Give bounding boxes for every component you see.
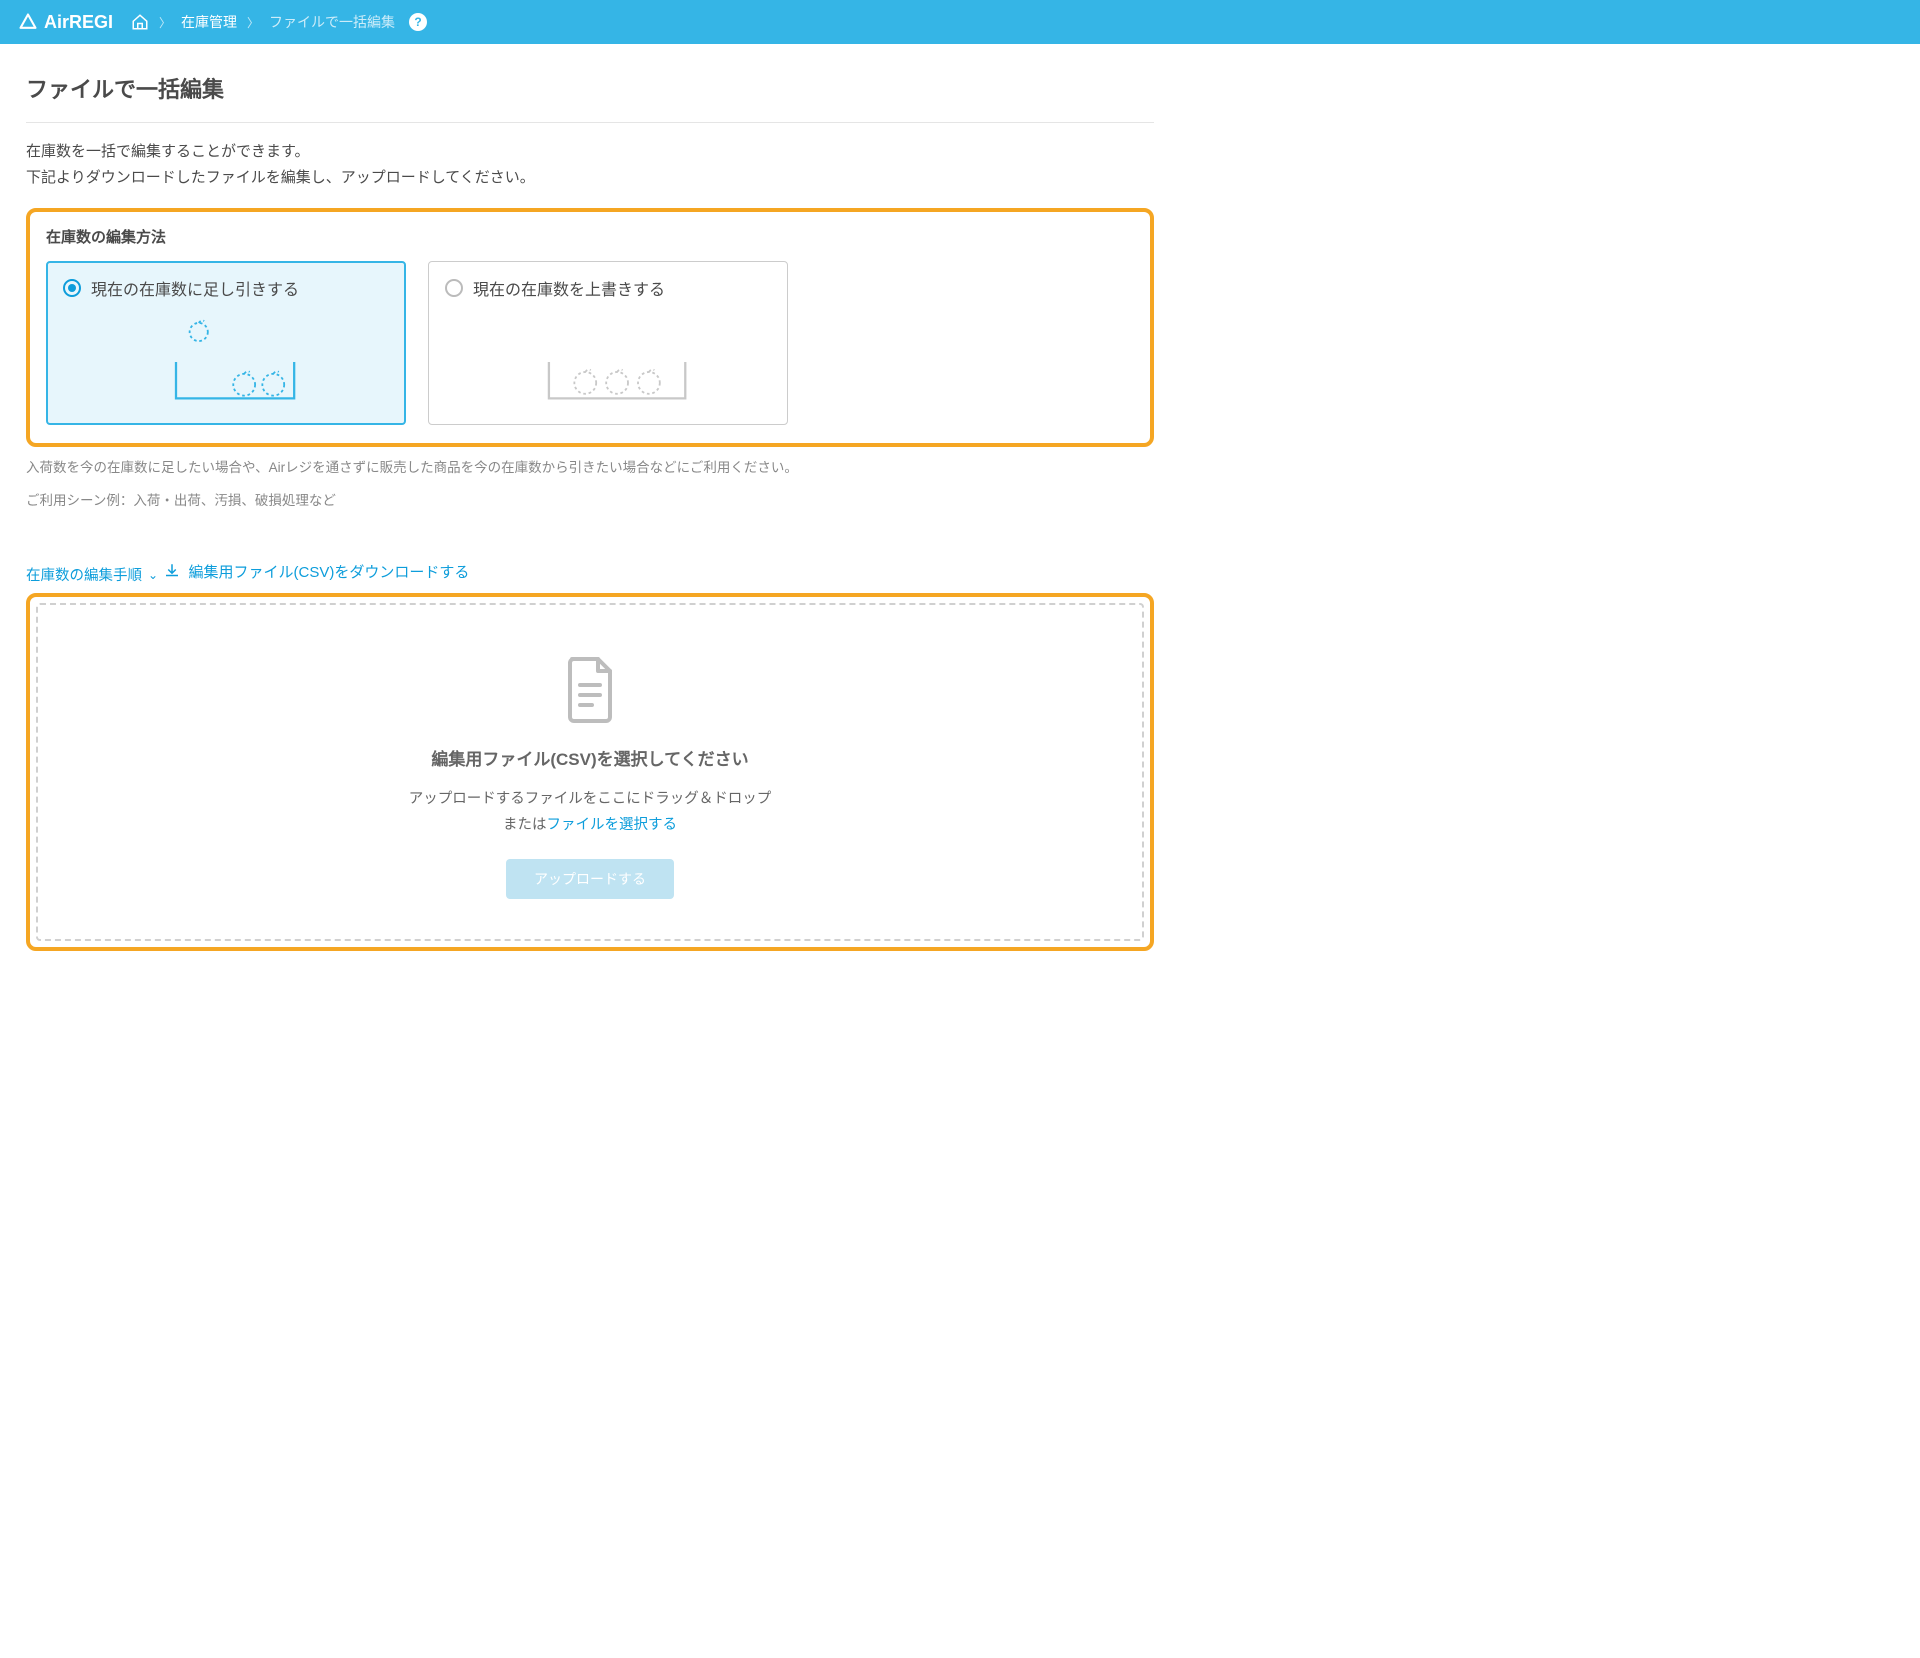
main-content: ファイルで一括編集 在庫数を一括で編集することができます。 下記よりダウンロード… <box>0 44 1180 991</box>
edit-method-label: 在庫数の編集方法 <box>46 226 1134 247</box>
radio-label-overwrite: 現在の在庫数を上書きする <box>473 276 665 300</box>
radio-indicator-selected <box>63 279 81 297</box>
upload-drag-text: アップロードするファイルをここにドラッグ＆ドロップ <box>409 791 772 807</box>
logo-text: AirREGI <box>44 12 113 33</box>
radio-option-overwrite[interactable]: 現在の在庫数を上書きする <box>428 261 788 425</box>
download-label: 編集用ファイル(CSV)をダウンロードする <box>189 561 470 582</box>
radio-indicator-unselected <box>445 279 463 297</box>
upload-or-text: または <box>503 817 547 833</box>
illustration-add-icon <box>63 312 389 412</box>
select-file-link[interactable]: ファイルを選択する <box>547 817 678 833</box>
upload-button[interactable]: アップロードする <box>506 859 674 899</box>
radio-label-add: 現在の在庫数に足し引きする <box>91 276 299 300</box>
breadcrumb-item-inventory[interactable]: 在庫管理 <box>181 12 237 32</box>
breadcrumb-current: ファイルで一括編集 <box>269 12 395 32</box>
edit-method-help-1: 入荷数を今の在庫数に足したい場合や、Airレジを通さずに販売した商品を今の在庫数… <box>26 457 1154 480</box>
radio-option-add-subtract[interactable]: 現在の在庫数に足し引きする <box>46 261 406 425</box>
logo-icon <box>18 12 38 32</box>
help-icon[interactable]: ? <box>409 13 427 31</box>
upload-description: アップロードするファイルをここにドラッグ＆ドロップ またはファイルを選択する <box>58 786 1122 838</box>
upload-dropzone[interactable]: 編集用ファイル(CSV)を選択してください アップロードするファイルをここにドラ… <box>36 603 1144 940</box>
expand-label: 在庫数の編集手順 <box>26 564 142 585</box>
page-description-1: 在庫数を一括で編集することができます。 <box>26 139 1154 165</box>
document-icon <box>560 655 620 725</box>
edit-method-section: 在庫数の編集方法 現在の在庫数に足し引きする <box>26 208 1154 447</box>
page-description-2: 下記よりダウンロードしたファイルを編集し、アップロードしてください。 <box>26 165 1154 191</box>
app-header: AirREGI 〉 在庫管理 〉 ファイルで一括編集 ? <box>0 0 1920 44</box>
chevron-down-icon: ⌄ <box>148 568 158 582</box>
upload-title: 編集用ファイル(CSV)を選択してください <box>58 745 1122 770</box>
app-logo[interactable]: AirREGI <box>18 12 113 33</box>
upload-section: 編集用ファイル(CSV)を選択してください アップロードするファイルをここにドラ… <box>26 593 1154 950</box>
chevron-right-icon: 〉 <box>247 14 259 31</box>
divider <box>26 122 1154 123</box>
expand-edit-steps-link[interactable]: 在庫数の編集手順 ⌄ <box>26 564 158 585</box>
edit-method-help-2: ご利用シーン例：入荷・出荷、汚損、破損処理など <box>26 490 1154 513</box>
radio-group: 現在の在庫数に足し引きする 現 <box>46 261 1134 425</box>
home-icon[interactable] <box>131 13 149 31</box>
download-csv-link[interactable]: 編集用ファイル(CSV)をダウンロードする <box>163 561 470 582</box>
chevron-right-icon: 〉 <box>159 14 171 31</box>
page-title: ファイルで一括編集 <box>26 72 1154 104</box>
breadcrumb: 〉 在庫管理 〉 ファイルで一括編集 ? <box>131 12 427 32</box>
illustration-overwrite-icon <box>445 312 771 412</box>
download-icon <box>163 562 181 580</box>
